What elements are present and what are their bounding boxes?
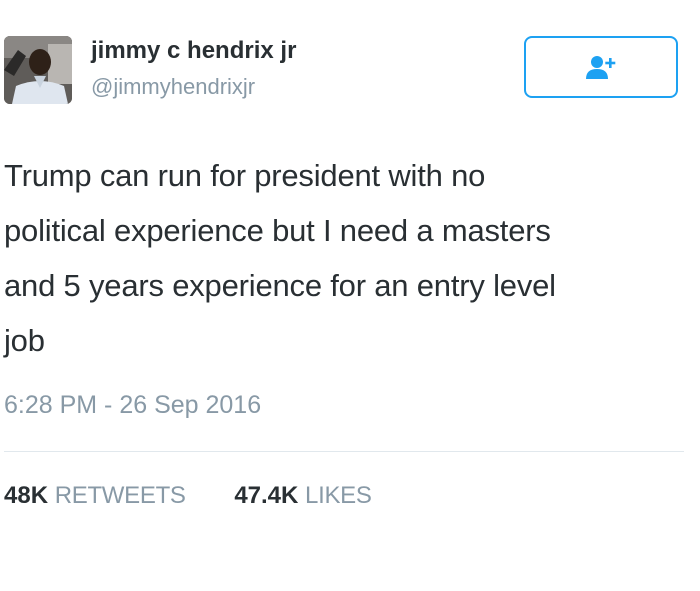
tweet-text-line: Trump can run for president with no <box>4 158 486 193</box>
user-display-name[interactable]: jimmy c hendrix jr <box>91 37 296 65</box>
retweets-stat[interactable]: 48K RETWEETS <box>4 482 186 510</box>
avatar-photo <box>4 36 72 104</box>
retweets-label: RETWEETS <box>54 482 186 509</box>
divider <box>4 451 684 452</box>
tweet-card: jimmy c hendrix jr @jimmyhendrixjr Trump… <box>0 0 700 591</box>
tweet-text-line: and 5 years experience for an entry leve… <box>4 268 556 303</box>
tweet-text: Trump can run for president with no poli… <box>4 148 684 368</box>
tweet-timestamp[interactable]: 6:28 PM - 26 Sep 2016 <box>4 391 261 420</box>
likes-stat[interactable]: 47.4K LIKES <box>234 482 372 510</box>
likes-count: 47.4K <box>234 482 299 509</box>
likes-label: LIKES <box>305 482 372 509</box>
user-handle[interactable]: @jimmyhendrixjr <box>91 74 255 100</box>
tweet-text-line: job <box>4 323 45 358</box>
add-user-icon <box>586 56 616 79</box>
tweet-stats: 48K RETWEETS 47.4K LIKES <box>4 482 414 510</box>
follow-button[interactable] <box>524 36 678 98</box>
tweet-text-line: political experience but I need a master… <box>4 213 551 248</box>
retweets-count: 48K <box>4 482 49 509</box>
avatar[interactable] <box>4 36 72 104</box>
